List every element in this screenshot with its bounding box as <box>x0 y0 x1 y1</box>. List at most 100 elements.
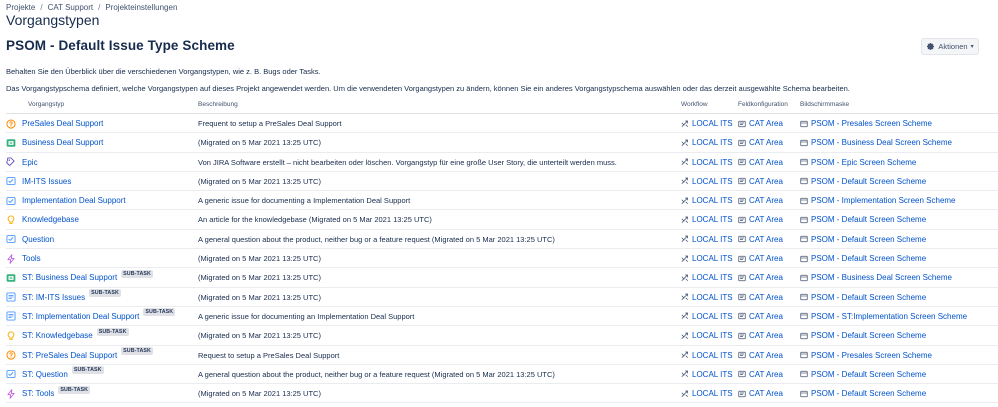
column-header-workflow: Workflow <box>681 101 708 108</box>
workflow-cell: LOCAL ITS <box>681 346 733 365</box>
issue-type-link[interactable]: ST: IM-ITS Issues <box>22 293 85 302</box>
business-icon <box>6 138 16 148</box>
workflow-cell: LOCAL ITS <box>681 288 733 307</box>
field-config-cell: CAT Area <box>738 365 783 384</box>
workflow-icon <box>681 158 689 166</box>
issue-type-link[interactable]: Tools <box>22 254 41 263</box>
type-cell: ST: PreSales Deal Support SUB-TASK <box>6 346 153 365</box>
gear-icon <box>927 43 935 50</box>
workflow-link[interactable]: LOCAL ITS <box>692 389 733 398</box>
workflow-cell: LOCAL ITS <box>681 114 733 133</box>
field-config-link[interactable]: CAT Area <box>749 196 783 205</box>
field-config-link[interactable]: CAT Area <box>749 331 783 340</box>
screen-scheme-link[interactable]: PSOM - Default Screen Scheme <box>811 293 926 302</box>
workflow-link[interactable]: LOCAL ITS <box>692 158 733 167</box>
workflow-link[interactable]: LOCAL ITS <box>692 273 733 282</box>
actions-button[interactable]: Aktionen ▾ <box>921 38 979 55</box>
issue-type-link[interactable]: IM-ITS Issues <box>22 177 71 186</box>
issue-type-description: (Migrated on 5 Mar 2021 13:25 UTC) <box>198 254 321 264</box>
screen-scheme-link[interactable]: PSOM - Default Screen Scheme <box>811 177 926 186</box>
table-row: ST: Business Deal Support SUB-TASK (Migr… <box>6 268 998 288</box>
issue-type-description: (Migrated on 5 Mar 2021 13:25 UTC) <box>198 176 321 186</box>
workflow-link[interactable]: LOCAL ITS <box>692 119 733 128</box>
breadcrumb-project[interactable]: CAT Support <box>48 3 94 12</box>
task-icon <box>6 196 16 206</box>
breadcrumb-projects[interactable]: Projekte <box>6 3 35 12</box>
workflow-link[interactable]: LOCAL ITS <box>692 235 733 244</box>
screen-scheme-link[interactable]: PSOM - Default Screen Scheme <box>811 331 926 340</box>
field-config-icon <box>738 390 746 398</box>
issue-type-link[interactable]: PreSales Deal Support <box>22 119 103 128</box>
workflow-link[interactable]: LOCAL ITS <box>692 215 733 224</box>
screen-scheme-link[interactable]: PSOM - ST:Implementation Screen Scheme <box>811 312 967 321</box>
field-config-cell: CAT Area <box>738 307 783 326</box>
issue-type-link[interactable]: ST: Business Deal Support <box>22 273 117 282</box>
question-icon <box>6 350 16 360</box>
issue-type-link[interactable]: Implementation Deal Support <box>22 196 126 205</box>
screen-scheme-link[interactable]: PSOM - Business Deal Screen Scheme <box>811 273 952 282</box>
field-config-cell: CAT Area <box>738 210 783 229</box>
issue-type-link[interactable]: Question <box>22 235 54 244</box>
issue-type-link[interactable]: ST: Implementation Deal Support <box>22 312 139 321</box>
workflow-link[interactable]: LOCAL ITS <box>692 312 733 321</box>
screen-scheme-link[interactable]: PSOM - Default Screen Scheme <box>811 370 926 379</box>
issue-type-link[interactable]: ST: PreSales Deal Support <box>22 351 117 360</box>
table-body: PreSales Deal Support Frequent to setup … <box>6 114 998 404</box>
field-config-link[interactable]: CAT Area <box>749 312 783 321</box>
field-config-link[interactable]: CAT Area <box>749 254 783 263</box>
type-cell: Tools <box>6 249 41 268</box>
description-cell: A general question about the product, ne… <box>198 230 555 249</box>
screen-scheme-link[interactable]: PSOM - Default Screen Scheme <box>811 389 926 398</box>
field-config-link[interactable]: CAT Area <box>749 138 783 147</box>
field-config-icon <box>738 139 746 147</box>
field-config-icon <box>738 216 746 224</box>
field-config-link[interactable]: CAT Area <box>749 293 783 302</box>
workflow-link[interactable]: LOCAL ITS <box>692 196 733 205</box>
table-row: Business Deal Support (Migrated on 5 Mar… <box>6 133 998 153</box>
issue-type-link[interactable]: Business Deal Support <box>22 138 103 147</box>
field-config-link[interactable]: CAT Area <box>749 389 783 398</box>
issue-type-link[interactable]: ST: Tools <box>22 389 54 398</box>
actions-label: Aktionen <box>938 42 968 51</box>
issue-type-description: A generic issue for documenting an Imple… <box>198 311 415 321</box>
field-config-cell: CAT Area <box>738 230 783 249</box>
field-config-icon <box>738 235 746 243</box>
workflow-link[interactable]: LOCAL ITS <box>692 331 733 340</box>
issue-type-link[interactable]: ST: Knowledgebase <box>22 331 93 340</box>
field-config-link[interactable]: CAT Area <box>749 351 783 360</box>
field-config-link[interactable]: CAT Area <box>749 158 783 167</box>
workflow-icon <box>681 139 689 147</box>
breadcrumb-project-settings[interactable]: Projekteinstellungen <box>105 3 177 12</box>
screen-scheme-link[interactable]: PSOM - Presales Screen Scheme <box>811 119 932 128</box>
issue-type-link[interactable]: Knowledgebase <box>22 215 79 224</box>
screen-scheme-link[interactable]: PSOM - Implementation Screen Scheme <box>811 196 956 205</box>
subtask-badge: SUB-TASK <box>121 347 153 356</box>
screen-scheme-link[interactable]: PSOM - Business Deal Screen Scheme <box>811 138 952 147</box>
field-config-link[interactable]: CAT Area <box>749 235 783 244</box>
workflow-cell: LOCAL ITS <box>681 326 733 345</box>
field-config-link[interactable]: CAT Area <box>749 177 783 186</box>
workflow-cell: LOCAL ITS <box>681 307 733 326</box>
screen-scheme-link[interactable]: PSOM - Presales Screen Scheme <box>811 351 932 360</box>
workflow-cell: LOCAL ITS <box>681 249 733 268</box>
workflow-link[interactable]: LOCAL ITS <box>692 351 733 360</box>
field-config-link[interactable]: CAT Area <box>749 119 783 128</box>
screen-scheme-link[interactable]: PSOM - Default Screen Scheme <box>811 215 926 224</box>
issue-type-link[interactable]: Epic <box>22 158 38 167</box>
workflow-icon <box>681 312 689 320</box>
issue-type-link[interactable]: ST: Question <box>22 370 68 379</box>
workflow-link[interactable]: LOCAL ITS <box>692 254 733 263</box>
issue-type-description: (Migrated on 5 Mar 2021 13:25 UTC) <box>198 331 321 341</box>
screen-scheme-link[interactable]: PSOM - Default Screen Scheme <box>811 235 926 244</box>
screen-scheme-link[interactable]: PSOM - Epic Screen Scheme <box>811 158 916 167</box>
workflow-link[interactable]: LOCAL ITS <box>692 293 733 302</box>
workflow-link[interactable]: LOCAL ITS <box>692 138 733 147</box>
field-config-link[interactable]: CAT Area <box>749 273 783 282</box>
table-row: ST: Implementation Deal Support SUB-TASK… <box>6 307 998 327</box>
field-config-link[interactable]: CAT Area <box>749 370 783 379</box>
screen-scheme-link[interactable]: PSOM - Default Screen Scheme <box>811 254 926 263</box>
workflow-cell: LOCAL ITS <box>681 384 733 403</box>
workflow-link[interactable]: LOCAL ITS <box>692 177 733 186</box>
workflow-link[interactable]: LOCAL ITS <box>692 370 733 379</box>
field-config-link[interactable]: CAT Area <box>749 215 783 224</box>
